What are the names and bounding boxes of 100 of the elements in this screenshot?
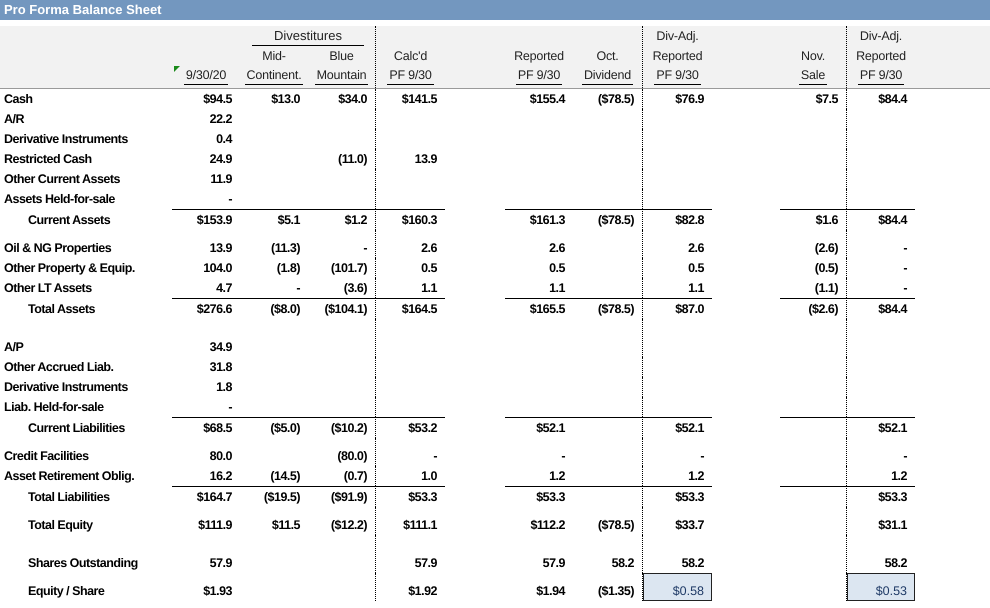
row-label: Other Current Assets — [4, 172, 120, 186]
table-cell-text: 104.0 — [202, 260, 233, 277]
table-cell: $1.6 — [780, 211, 847, 230]
column-header: 9/30/20 — [184, 66, 228, 85]
column-header: PF 9/30 — [387, 66, 434, 85]
table-cell: $0.53 — [847, 573, 915, 601]
table-cell-text: 1.2 — [890, 468, 908, 485]
table-cell-text: 57.9 — [542, 555, 566, 572]
table-cell: ($2.6) — [780, 300, 847, 319]
table-cell-text: $1.92 — [407, 583, 438, 600]
table-cell-text: $112.2 — [529, 517, 566, 534]
table-cell-text: $13.0 — [270, 91, 301, 108]
row-label: Total Liabilities — [28, 490, 110, 504]
column-header: Dividend — [582, 66, 634, 85]
table-cell-text: - — [295, 280, 301, 297]
table-cell-text: $53.3 — [407, 489, 438, 506]
row-label: Equity / Share — [28, 584, 104, 598]
table-cell-text: (1.8) — [276, 260, 301, 277]
table-cell-text: $52.1 — [877, 420, 908, 437]
column-header: Reported — [856, 48, 906, 65]
table-cell-text: 16.2 — [208, 468, 233, 485]
row-label: Cash — [4, 92, 33, 106]
row-label: Other LT Assets — [4, 281, 92, 295]
table-cell-text: $153.9 — [196, 212, 233, 229]
row-label: Total Assets — [28, 302, 95, 316]
table-cell-text: 1.1 — [687, 280, 706, 297]
table-cell: $34.0 — [308, 89, 376, 109]
row-label: Current Assets — [28, 213, 110, 227]
table-cell: $0.58 — [643, 573, 712, 601]
table-cell: ($10.2) — [308, 419, 376, 438]
table-cell-text: $82.8 — [674, 212, 705, 229]
column-header: Nov. — [801, 48, 825, 65]
table-cell-text: 0.5 — [420, 260, 438, 277]
table-cell-text: 1.2 — [687, 468, 705, 485]
column-header: Mid- — [262, 48, 286, 65]
row-label: Other Accrued Liab. — [4, 360, 114, 374]
table-cell-text: $94.5 — [202, 91, 233, 108]
table-cell-text: 4.7 — [215, 280, 233, 297]
row-label: Oil & NG Properties — [4, 241, 112, 255]
table-cell: (80.0) — [308, 438, 376, 466]
table-cell-text: 57.9 — [208, 555, 233, 572]
row-label: Credit Facilities — [4, 449, 89, 463]
table-cell-text: $111.9 — [197, 517, 233, 534]
table-cell-text: 1.1 — [548, 280, 566, 297]
table-cell-text: 13.9 — [208, 240, 233, 257]
table-cell-text: $5.1 — [276, 212, 302, 229]
row-label: Derivative Instruments — [4, 380, 128, 394]
column-header: PF 9/30 — [858, 66, 904, 85]
column-header: Reported — [652, 48, 702, 65]
table-cell-text: $53.3 — [877, 489, 908, 506]
table-cell-text: - — [902, 280, 908, 297]
table-cell-text: $1.93 — [202, 583, 233, 600]
row-label: Liab. Held-for-sale — [4, 400, 104, 414]
table-cell-text: - — [432, 448, 438, 465]
column-header: Blue — [329, 48, 354, 65]
table-cell-text: 2.6 — [687, 240, 705, 257]
group-header: Divestitures — [252, 27, 364, 46]
table-cell-text: $33.7 — [674, 517, 705, 534]
table-cell-text: $141.5 — [400, 91, 438, 108]
table-cell: (2.6) — [780, 230, 847, 258]
table-cell-text: 0.4 — [215, 131, 234, 148]
table-cell-text: (14.5) — [269, 468, 301, 485]
column-header: Div-Adj. — [656, 28, 699, 45]
table-cell-text: $164.5 — [400, 301, 438, 318]
table-cell: ($12.2) — [308, 507, 376, 535]
table-cell-text: $165.5 — [528, 301, 566, 318]
table-cell-text: 24.9 — [208, 151, 233, 168]
column-header: Continent. — [244, 66, 304, 85]
row-label: Asset Retirement Oblig. — [4, 469, 134, 483]
column-header: Mountain — [314, 66, 368, 85]
table-cell: ($91.9) — [308, 488, 376, 507]
table-cell: - — [308, 230, 376, 258]
table-cell-text: $87.0 — [674, 301, 705, 318]
table-cell-text: ($8.0) — [269, 301, 301, 318]
table-cell-text: 13.9 — [414, 151, 438, 168]
row-label: A/P — [4, 340, 24, 354]
table-cell-text: $84.4 — [877, 91, 908, 108]
table-cell-text: 57.9 — [414, 555, 438, 572]
row-label: Other Property & Equip. — [4, 261, 135, 275]
column-header: Reported — [514, 48, 564, 65]
table-cell-text: - — [227, 191, 233, 208]
table-cell: (101.7) — [308, 258, 376, 278]
table-cell-text: $84.4 — [877, 301, 908, 318]
table-cell-text: 2.6 — [548, 240, 566, 257]
row-label: Derivative Instruments — [4, 132, 128, 146]
table-cell: ($78.5) — [573, 507, 643, 535]
table-cell: (11.0) — [308, 149, 376, 169]
table-cell-text: - — [902, 448, 908, 465]
table-cell-text: $52.1 — [535, 420, 566, 437]
table-cell: ($78.5) — [573, 89, 643, 109]
table-cell-text: $53.3 — [535, 489, 566, 506]
table-cell-text: 0.5 — [548, 260, 566, 277]
table-cell-text: 2.6 — [420, 240, 438, 257]
table-cell-text: $155.4 — [528, 91, 566, 108]
table-cell: 58.2 — [573, 535, 643, 573]
row-label: Shares Outstanding — [28, 556, 138, 570]
column-header: PF 9/30 — [516, 66, 562, 85]
row-label: Current Liabilities — [28, 421, 125, 435]
table-cell-text: $161.3 — [528, 212, 566, 229]
column-header: PF 9/30 — [654, 66, 701, 85]
